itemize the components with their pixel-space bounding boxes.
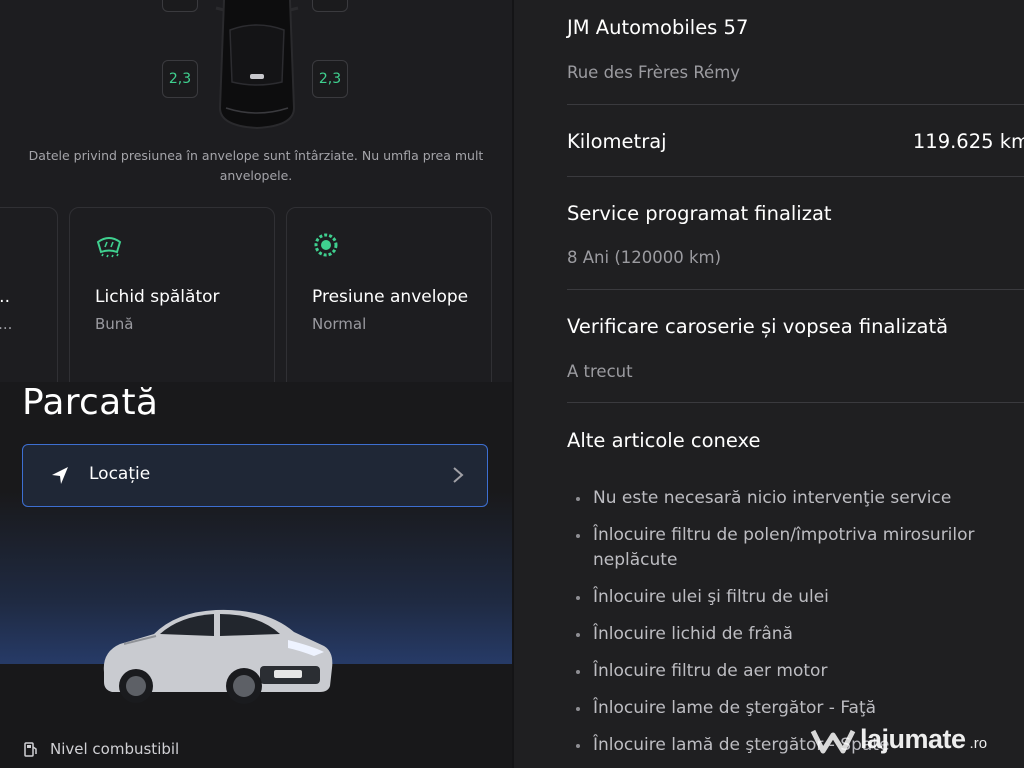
watermark-logo-icon [810,729,856,753]
tire-rear-left-pressure: 2,3 [162,60,198,98]
list-item: Înlocuire filtru de polen/împotriva miro… [576,523,1006,573]
dealer-name: JM Automobiles 57 [567,16,749,39]
parked-title: Parcată [22,382,159,423]
chevron-right-icon [453,467,464,483]
status-card-partial-title: n... [0,287,10,307]
tire-pressure-note: Datele privind presiunea în anvelope sun… [28,148,484,183]
status-card-washer-fluid[interactable]: Lichid spălător Bună [69,207,275,399]
fuel-level-label: Nivel combustibil [50,740,180,758]
status-card-partial-status: ţă... [0,315,13,333]
tire-rear-right-pressure: 2,3 [312,60,348,98]
tire-front-left-box [162,0,198,12]
scheduled-service-label: Service programat finalizat [567,202,832,225]
mileage-label: Kilometraj [567,130,667,153]
list-item: Înlocuire filtru de aer motor [576,659,1006,684]
dealer-address: Rue des Frères Rémy [567,63,741,82]
fuel-level-row[interactable]: Nivel combustibil [24,740,179,758]
list-item: Nu este necesară nicio intervenţie servi… [576,486,1006,511]
car-top-view-icon [215,0,299,130]
body-check-label: Verificare caroserie și vopsea finalizat… [567,315,949,338]
windshield-washer-icon [96,237,122,258]
divider-line [567,176,1024,177]
divider-line [567,289,1024,290]
washer-fluid-status: Bună [95,315,134,333]
watermark-tld: .ro [969,735,988,752]
location-label: Locație [89,464,151,484]
car-side-image [103,609,333,704]
tire-pressure-status: Normal [312,315,367,333]
divider-line [567,402,1024,403]
list-item: Înlocuire lichid de frână [576,622,1006,647]
divider-line [567,104,1024,105]
navigation-arrow-icon [52,467,68,484]
parked-section: Parcată Locație Nivel combustibil [0,382,512,768]
tire-pressure-icon [314,233,338,257]
tire-pressure-title: Presiune anvelope [312,287,469,307]
mileage-value: 119.625 km [912,130,1024,153]
watermark-name: lajumate [860,724,966,754]
status-card-tire-pressure[interactable]: Presiune anvelope Normal [286,207,492,399]
list-item: Înlocuire ulei şi filtru de ulei [576,585,1006,610]
vehicle-status-panel: 2,3 2,3 Datele privind presiunea în anve… [0,0,512,768]
tire-front-right-box [312,0,348,12]
fuel-pump-icon [24,742,37,757]
status-card-partial[interactable]: n... ţă... [0,207,58,399]
lajumate-watermark: lajumate .ro [810,724,987,755]
location-button[interactable]: Locație [22,444,488,507]
list-item: Înlocuire lame de ştergător - Faţă [576,696,1006,721]
washer-fluid-title: Lichid spălător [95,287,220,307]
body-check-value: A trecut [567,362,633,381]
scheduled-service-value: 8 Ani (120000 km) [567,248,722,267]
related-items-label: Alte articole conexe [567,429,761,452]
service-history-panel: JM Automobiles 57 Rue des Frères Rémy Ki… [514,0,1024,768]
